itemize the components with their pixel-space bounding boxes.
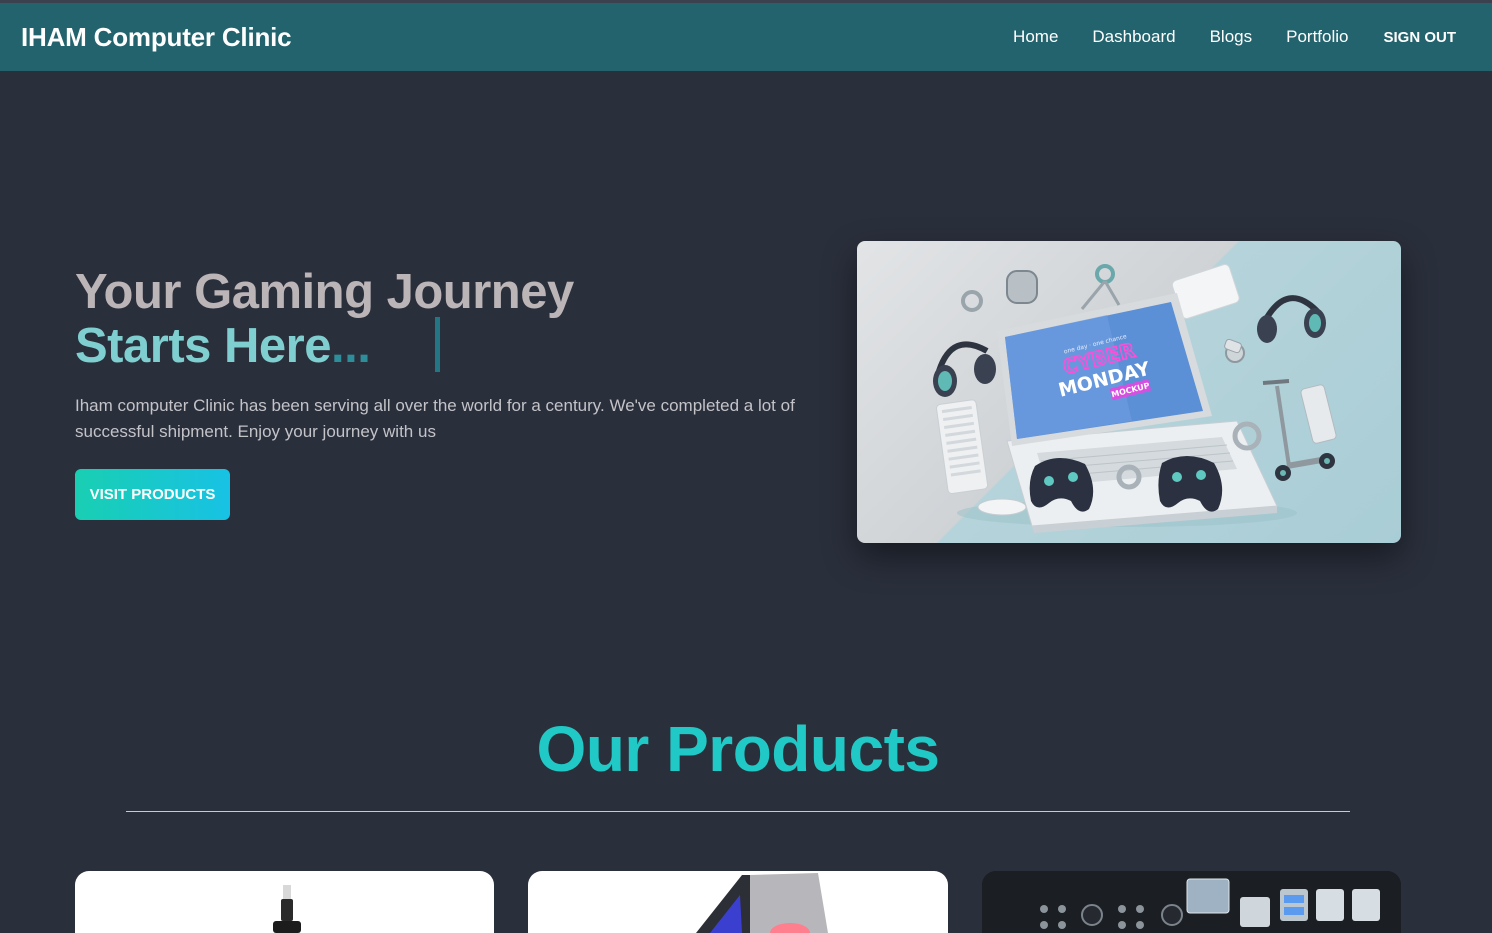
product-card-1[interactable] [75, 871, 494, 933]
nav-link-dashboard[interactable]: Dashboard [1092, 27, 1175, 47]
our-products-heading: Our Products [536, 713, 940, 785]
visit-products-button[interactable]: VISIT PRODUCTS [75, 469, 230, 520]
hero-title-line2: Starts Here... [75, 319, 574, 373]
hero-title-ellipsis: ... [330, 319, 371, 373]
product-card-2[interactable] [528, 871, 948, 933]
navbar: IHAM Computer Clinic Home Dashboard Blog… [0, 3, 1492, 71]
nav-link-blogs[interactable]: Blogs [1210, 27, 1253, 47]
hero-gaming-image: one day · one chance CYBER MONDAY MOCKUP [857, 241, 1401, 543]
product-image-pc-case [696, 873, 828, 933]
nav-links: Home Dashboard Blogs Portfolio SIGN OUT [979, 27, 1456, 47]
hero-title-line1: Your Gaming Journey [75, 265, 574, 319]
sign-out-button[interactable]: SIGN OUT [1383, 29, 1456, 46]
product-image-cable [273, 885, 301, 933]
nav-link-portfolio[interactable]: Portfolio [1286, 27, 1348, 47]
hero-description: Iham computer Clinic has been serving al… [75, 396, 795, 441]
typing-cursor [435, 317, 440, 372]
hero-title-line2-text: Starts Here [75, 319, 331, 373]
hero-title: Your Gaming Journey Starts Here... [75, 265, 574, 373]
product-card-3[interactable] [982, 871, 1401, 933]
product-image-motherboard [982, 871, 1401, 933]
nav-link-home[interactable]: Home [1013, 27, 1058, 47]
brand-logo-text[interactable]: IHAM Computer Clinic [21, 22, 292, 53]
products-divider [126, 811, 1350, 812]
